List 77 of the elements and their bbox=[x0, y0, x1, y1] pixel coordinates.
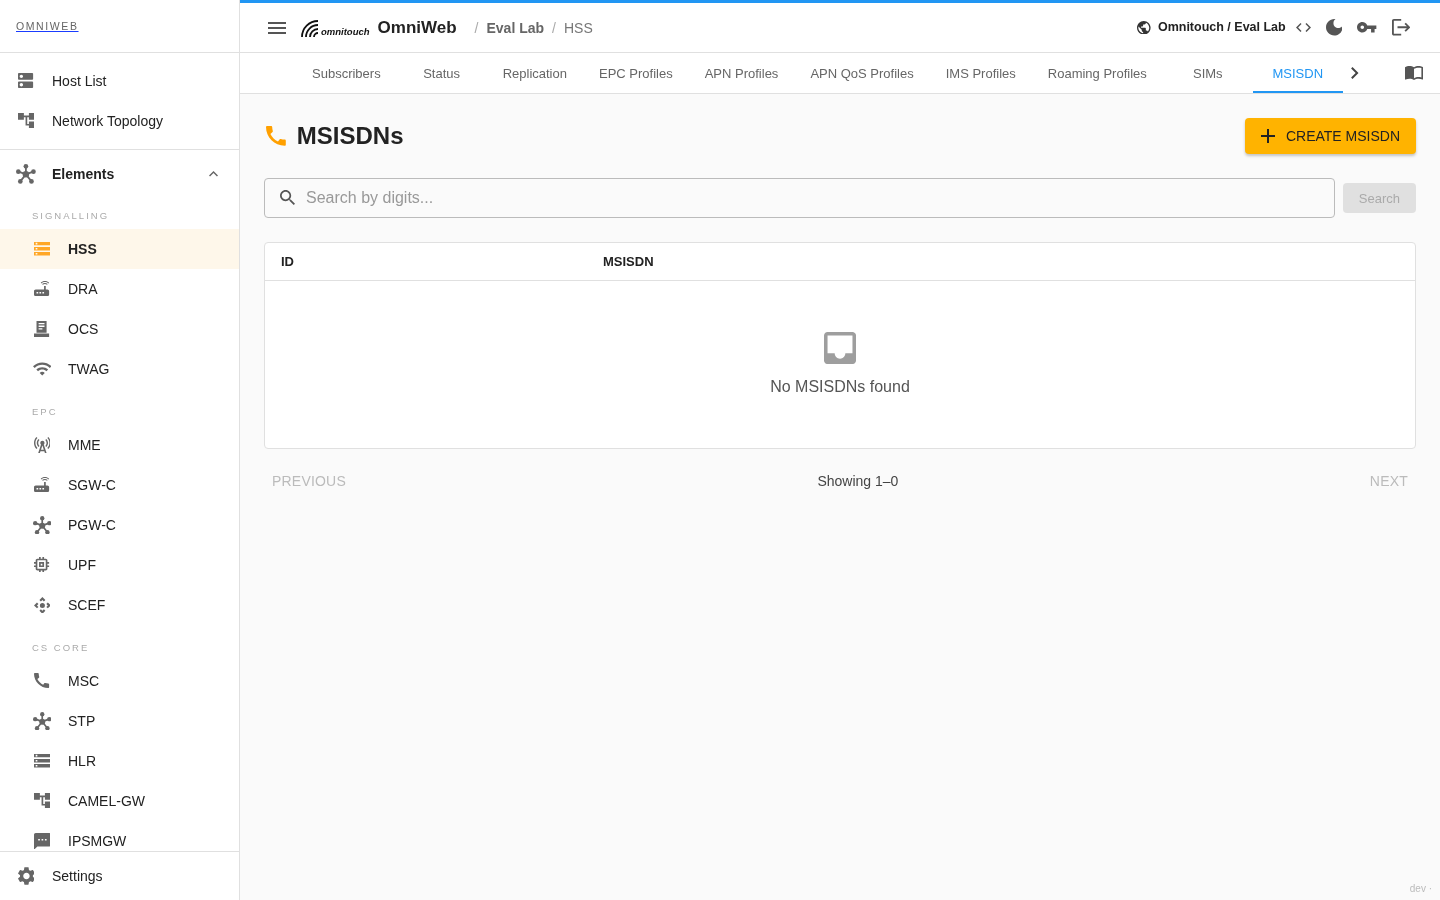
server-icon bbox=[18, 73, 34, 89]
section-heading: EPC bbox=[31, 405, 59, 419]
cell-tower-icon bbox=[33, 437, 51, 453]
create-button[interactable]: CREATE MSISDN bbox=[1244, 118, 1416, 154]
breadcrumb-link[interactable]: Eval Lab bbox=[486, 19, 545, 36]
chat-bubble-icon bbox=[33, 832, 51, 850]
section-heading: SIGNALLING bbox=[31, 209, 111, 223]
brand-link[interactable]: OMNIWEB bbox=[16, 20, 79, 32]
code-icon[interactable] bbox=[1295, 23, 1311, 32]
tab[interactable]: APN Profiles bbox=[688, 53, 795, 93]
inbox-icon bbox=[824, 332, 856, 365]
phone-icon bbox=[34, 673, 50, 689]
search-field[interactable]: Search by digits... bbox=[264, 178, 1335, 218]
tab[interactable]: APN QoS Profiles bbox=[794, 53, 930, 93]
environment-label: dev · bbox=[1409, 883, 1432, 894]
settings-item[interactable]: Settings bbox=[0, 856, 239, 896]
page-title: MSISDNs bbox=[296, 122, 404, 150]
key-icon[interactable] bbox=[1357, 22, 1377, 33]
router-icon bbox=[34, 477, 50, 493]
globe-icon bbox=[1137, 20, 1151, 35]
breadcrumb-separator: / bbox=[474, 19, 479, 36]
chevron-right-icon[interactable] bbox=[1351, 67, 1359, 79]
tree-diagram-icon bbox=[17, 113, 35, 129]
network-nodes-icon bbox=[32, 711, 52, 731]
sidebar-item[interactable]: SCEF bbox=[0, 585, 239, 625]
tab[interactable]: Roaming Profiles bbox=[1031, 53, 1163, 93]
sidebar-item[interactable]: STP bbox=[0, 701, 239, 741]
book-icon[interactable] bbox=[1404, 66, 1423, 80]
tab[interactable]: Replication bbox=[486, 53, 583, 93]
tab[interactable]: IMS Profiles bbox=[929, 53, 1032, 93]
search-icon bbox=[280, 190, 296, 206]
sidebar-item[interactable]: MSC bbox=[0, 661, 239, 701]
column-header: MSISDN bbox=[603, 254, 654, 269]
chip-icon bbox=[34, 557, 50, 573]
sidebar-item[interactable]: MME bbox=[0, 425, 239, 465]
router-icon bbox=[34, 281, 50, 297]
sidebar-item[interactable]: Host List bbox=[0, 61, 239, 101]
section-heading: CS CORE bbox=[31, 641, 91, 655]
four-arrows-icon bbox=[33, 596, 51, 614]
phone-icon bbox=[266, 126, 286, 146]
moon-icon[interactable] bbox=[1325, 19, 1343, 36]
column-header: ID bbox=[281, 254, 294, 269]
tab[interactable]: SIMs bbox=[1162, 53, 1253, 93]
page-summary: Showing 1–0 bbox=[817, 473, 899, 490]
tab[interactable]: Subscribers bbox=[296, 53, 397, 93]
network-nodes-icon bbox=[16, 164, 36, 184]
settings-icon bbox=[17, 867, 35, 885]
sidebar-item[interactable]: IPSMGW bbox=[0, 821, 239, 851]
sidebar-item[interactable]: SGW-C bbox=[0, 465, 239, 505]
breadcrumb-separator: / bbox=[552, 19, 556, 36]
tab[interactable]: Status bbox=[396, 53, 487, 93]
sidebar-item[interactable]: PGW-C bbox=[0, 505, 239, 545]
menu-icon[interactable] bbox=[268, 21, 286, 34]
server-stack-icon bbox=[33, 242, 51, 256]
logo-arcs-icon bbox=[300, 18, 320, 37]
tab[interactable]: EPC Profiles bbox=[582, 53, 689, 93]
wifi-icon bbox=[32, 362, 52, 376]
sidebar-item[interactable]: UPF bbox=[0, 545, 239, 585]
receipt-icon bbox=[34, 321, 50, 337]
app-name: OmniWeb bbox=[377, 17, 457, 38]
sidebar-group-header[interactable]: Elements bbox=[0, 150, 239, 198]
server-stack-icon bbox=[33, 754, 51, 768]
sidebar-item[interactable]: OCS bbox=[0, 309, 239, 349]
tree-diagram-icon bbox=[33, 793, 51, 809]
sidebar-item[interactable]: HLR bbox=[0, 741, 239, 781]
plus-icon bbox=[1260, 129, 1275, 143]
sidebar-item[interactable]: HSS bbox=[0, 229, 239, 269]
logout-icon[interactable] bbox=[1391, 19, 1410, 36]
sidebar-item[interactable]: TWAG bbox=[0, 349, 239, 389]
network-nodes-icon bbox=[32, 515, 52, 535]
sidebar-item[interactable]: DRA bbox=[0, 269, 239, 309]
tenant-selector[interactable]: Omnitouch / Eval Lab bbox=[1137, 20, 1286, 35]
sidebar-item[interactable]: CAMEL-GW bbox=[0, 781, 239, 821]
sidebar-item[interactable]: Network Topology bbox=[0, 101, 239, 141]
empty-message: No MSISDNs found bbox=[770, 377, 910, 398]
breadcrumb-current: HSS bbox=[563, 19, 593, 36]
logo-wordmark: omnitouch bbox=[321, 25, 370, 37]
